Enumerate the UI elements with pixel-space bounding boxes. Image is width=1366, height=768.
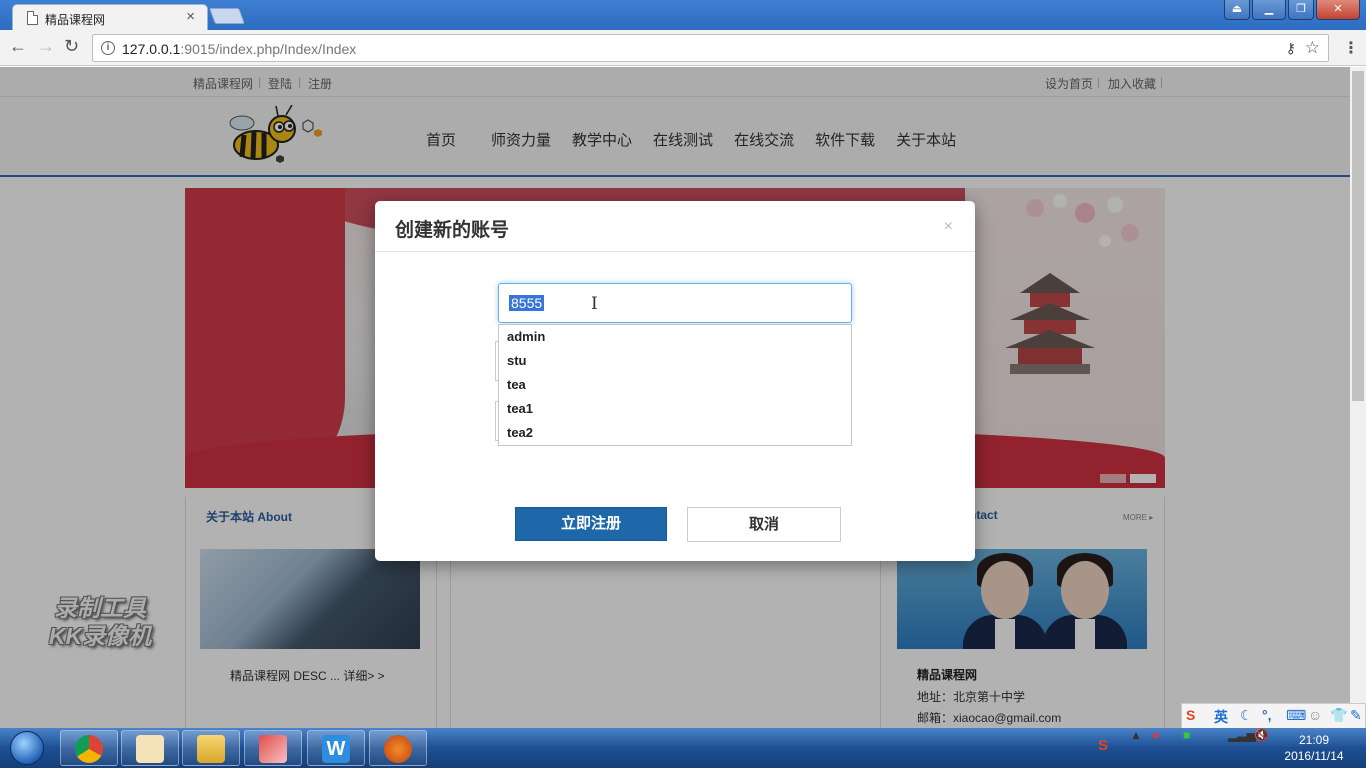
system-clock[interactable]: 21:09 2016/11/14 <box>1278 732 1350 764</box>
close-window-button[interactable]: ✕ <box>1316 0 1360 20</box>
autocomplete-option[interactable]: tea1 <box>499 397 851 421</box>
taskbar-recorder[interactable] <box>369 730 427 766</box>
shirt-icon[interactable]: 👕 <box>1330 707 1347 724</box>
browser-tab[interactable]: 精品课程网 × <box>12 4 208 31</box>
autocomplete-option[interactable]: tea <box>499 373 851 397</box>
user-icon[interactable]: ⏏ <box>1224 0 1250 20</box>
key-icon[interactable]: ⚷ <box>1286 40 1296 57</box>
autocomplete-option[interactable]: stu <box>499 349 851 373</box>
register-modal: 创建新的账号 × 8555 I admin stu tea tea1 tea2 … <box>375 201 975 561</box>
cancel-button[interactable]: 取消 <box>687 507 841 542</box>
register-submit-button[interactable]: 立即注册 <box>515 507 667 541</box>
chrome-icon <box>75 735 103 763</box>
back-icon[interactable]: ← <box>9 36 27 57</box>
taskbar-explorer[interactable] <box>182 730 240 766</box>
sogou-icon[interactable]: S <box>1186 707 1195 723</box>
folder-icon <box>197 735 225 763</box>
ime-toolbar: S 英 ☾ °, ⌨ ☺ 👕 ✎ <box>1181 703 1366 729</box>
start-button[interactable] <box>2 728 54 768</box>
scrollbar-thumb[interactable] <box>1352 71 1364 401</box>
username-value: 8555 <box>509 295 545 311</box>
browser-menu-icon[interactable]: ⋮ <box>1343 38 1359 58</box>
eraser-icon <box>259 735 287 763</box>
info-icon[interactable]: i <box>101 41 115 55</box>
user-icon[interactable]: ☺ <box>1308 707 1322 723</box>
windows-taskbar: W S ▲ ● ■ ▂▃▅ 🔇 21:09 2016/11/14 <box>0 728 1366 768</box>
minimize-button[interactable]: ▁ <box>1252 0 1286 20</box>
moon-icon[interactable]: ☾ <box>1240 707 1253 724</box>
browser-toolbar: ← → ↻ i 127.0.0.1:9015/index.php/Index/I… <box>0 30 1366 66</box>
taskbar-wps[interactable]: W <box>307 730 365 766</box>
baby-icon <box>136 735 164 763</box>
username-input[interactable]: 8555 I <box>498 283 852 323</box>
new-tab-button[interactable] <box>209 8 245 24</box>
reload-icon[interactable]: ↻ <box>64 36 79 57</box>
browser-titlebar: 精品课程网 × ⏏ ▁ ❐ ✕ <box>0 0 1366 31</box>
maximize-button[interactable]: ❐ <box>1288 0 1314 20</box>
taskbar-chrome[interactable] <box>60 730 118 766</box>
taskbar-app-2[interactable] <box>121 730 179 766</box>
autocomplete-option[interactable]: tea2 <box>499 421 851 445</box>
tab-title: 精品课程网 <box>45 13 106 27</box>
address-bar[interactable]: i 127.0.0.1:9015/index.php/Index/Index ⚷… <box>92 34 1329 62</box>
autocomplete-list: admin stu tea tea1 tea2 <box>498 324 852 446</box>
bookmark-star-icon[interactable]: ☆ <box>1305 38 1320 58</box>
page-scrollbar[interactable] <box>1350 67 1366 728</box>
keyboard-icon[interactable]: ⌨ <box>1286 707 1306 724</box>
clock-date: 2016/11/14 <box>1284 749 1344 763</box>
ninja-icon <box>384 735 412 763</box>
windows-orb-icon <box>10 731 44 765</box>
ime-lang-label[interactable]: 英 <box>1214 707 1228 727</box>
text-cursor-icon: I <box>591 294 598 314</box>
tab-close-icon[interactable]: × <box>186 8 195 25</box>
modal-title: 创建新的账号 <box>395 220 510 241</box>
taskbar-app-4[interactable] <box>244 730 302 766</box>
wrench-icon[interactable]: ✎ <box>1350 707 1362 724</box>
punctuation-icon[interactable]: °, <box>1262 707 1272 723</box>
document-icon <box>27 11 38 25</box>
modal-header: 创建新的账号 × <box>375 201 975 252</box>
clock-time: 21:09 <box>1298 733 1330 747</box>
autocomplete-option[interactable]: admin <box>499 325 851 349</box>
modal-close-icon[interactable]: × <box>944 218 953 236</box>
wps-icon: W <box>322 735 350 763</box>
web-page: 精品课程网 | 登陆 | 注册 设为首页 | 加入收藏 | 首页 师资力量 教学… <box>0 67 1350 728</box>
forward-icon[interactable]: → <box>37 36 55 57</box>
url-text: 127.0.0.1:9015/index.php/Index/Index <box>122 41 357 57</box>
